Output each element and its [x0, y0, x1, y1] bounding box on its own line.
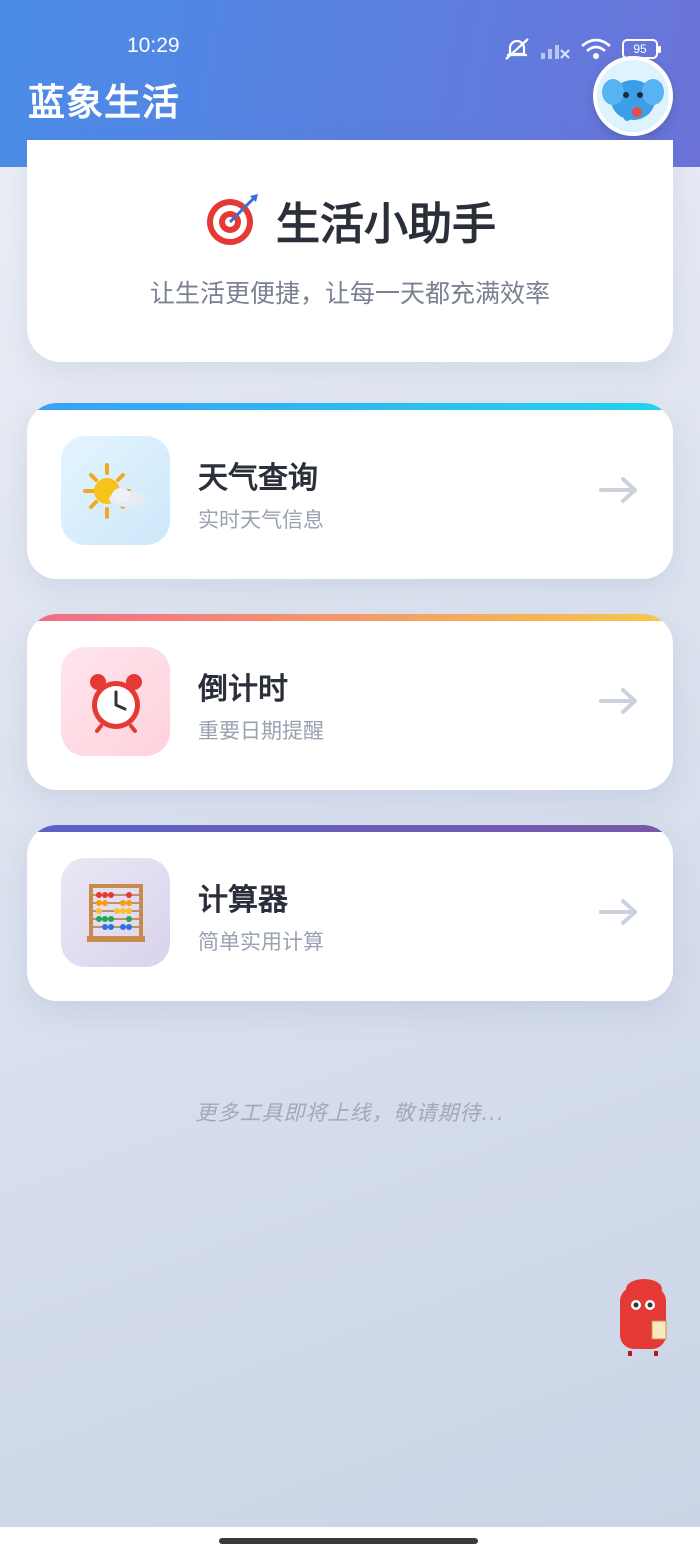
sun-cloud-icon: [82, 462, 145, 519]
calculator-icon-box: [61, 858, 170, 967]
elephant-avatar-icon: [602, 79, 664, 121]
tool-desc: 实时天气信息: [198, 508, 324, 532]
tool-card-countdown[interactable]: 倒计时 重要日期提醒: [27, 614, 673, 790]
card-accent-bar: [27, 403, 673, 410]
home-indicator[interactable]: [219, 1538, 478, 1544]
card-accent-bar: [27, 614, 673, 621]
weather-icon-box: [61, 436, 170, 545]
alarm-clock-icon: [89, 673, 142, 733]
card-accent-bar: [27, 825, 673, 832]
tool-desc: 重要日期提醒: [198, 719, 324, 743]
arrow-right-icon: [599, 688, 637, 714]
user-avatar[interactable]: [593, 56, 673, 136]
arrow-right-icon: [599, 899, 637, 925]
wifi-icon: [581, 38, 611, 59]
muted-bell-icon: [505, 38, 529, 60]
tool-label: 天气查询: [198, 461, 318, 496]
hero-subtitle: 让生活更便捷，让每一天都充满效率: [149, 279, 550, 308]
hero-title-row: 生活小助手: [27, 188, 673, 252]
red-packet-mascot-icon: [620, 1279, 667, 1356]
red-packet-button[interactable]: [608, 1275, 670, 1357]
arrow-right-icon: [599, 477, 637, 503]
status-time: 10:29: [127, 34, 180, 57]
target-icon: [207, 194, 258, 245]
tool-desc: 简单实用计算: [198, 930, 324, 954]
abacus-icon: [86, 883, 145, 942]
countdown-icon-box: [61, 647, 170, 756]
app-title: 蓝象生活: [28, 81, 180, 124]
coming-soon-note: 更多工具即将上线，敬请期待...: [195, 1101, 505, 1125]
tool-label: 倒计时: [198, 672, 288, 707]
tool-label: 计算器: [198, 883, 288, 918]
hero-title: 生活小助手: [276, 199, 496, 250]
hero-card: 生活小助手 让生活更便捷，让每一天都充满效率: [27, 140, 673, 362]
tool-card-calculator[interactable]: 计算器 简单实用计算: [27, 825, 673, 1001]
tool-card-weather[interactable]: 天气查询 实时天气信息: [27, 403, 673, 579]
signal-icon: [541, 45, 570, 59]
